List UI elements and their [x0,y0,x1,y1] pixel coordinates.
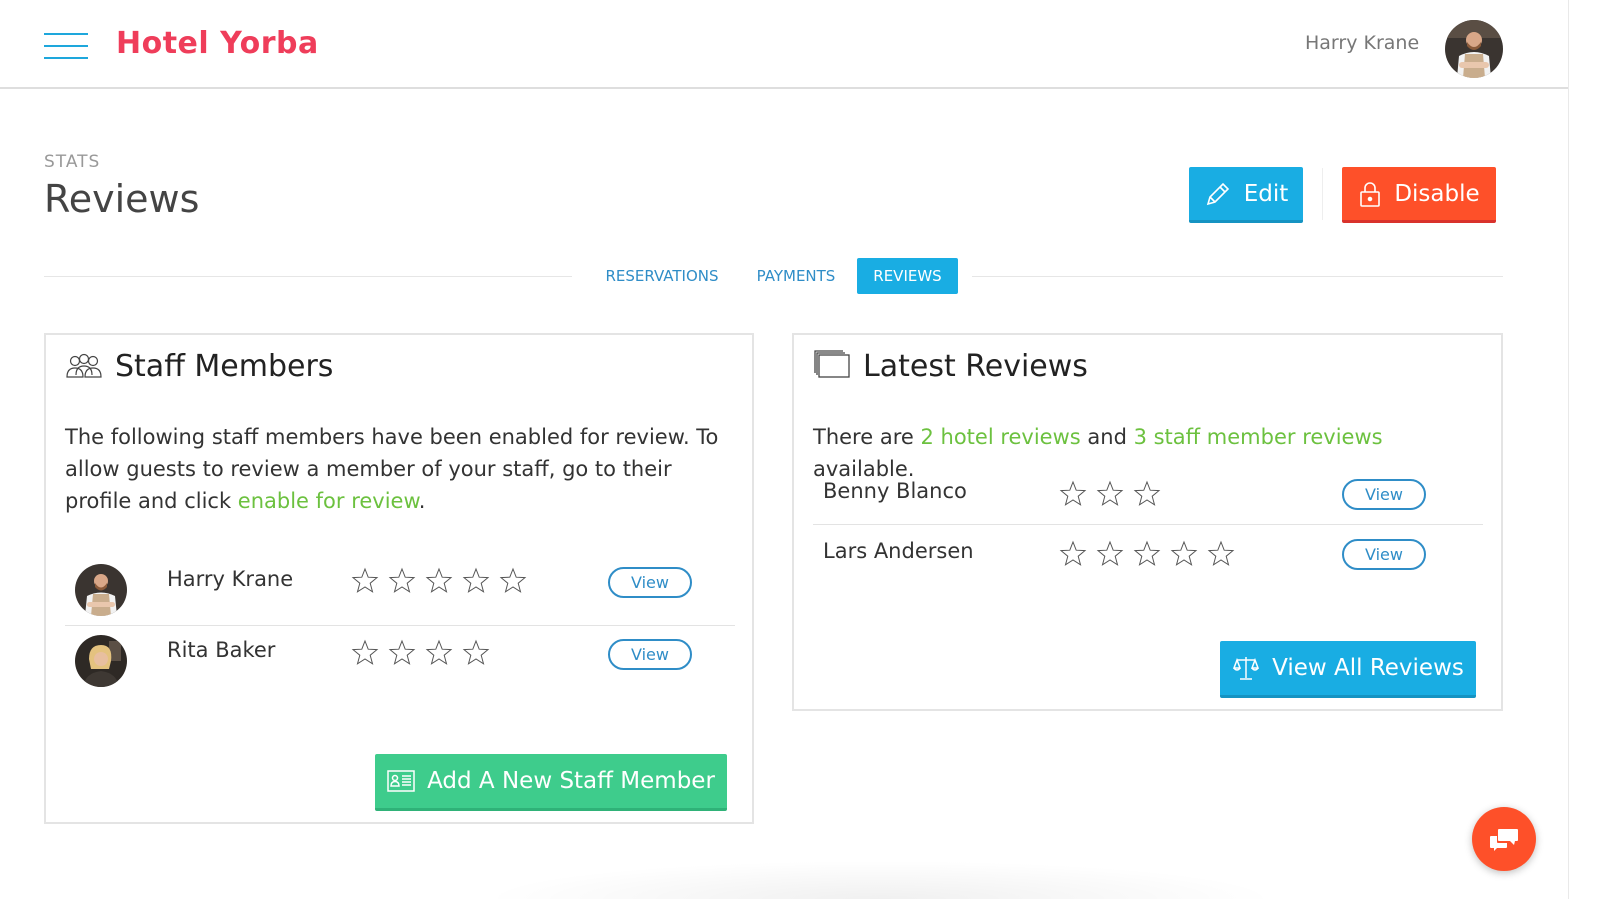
star-icon [1133,540,1161,566]
reviewer-name: Benny Blanco [823,479,967,503]
staff-avatar [75,635,127,687]
bottom-shadow [480,860,1280,899]
reviews-summary: There are 2 hotel reviews and 3 staff me… [813,425,1383,481]
staff-members-card: Staff Members The following staff member… [44,333,754,824]
view-all-reviews-button[interactable]: View All Reviews [1220,641,1476,698]
reviewer-name: Lars Andersen [823,539,974,563]
star-icon [1059,480,1087,506]
staff-description: The following staff members have been en… [65,425,719,513]
disable-button[interactable]: Disable [1342,167,1496,223]
hotel-reviews-link[interactable]: 2 hotel reviews [920,425,1080,449]
brand-logo[interactable]: Hotel Yorba [116,26,319,61]
star-icon [425,567,453,593]
tab-payments[interactable]: PAYMENTS [746,258,846,294]
tab-reservations[interactable]: RESERVATIONS [597,258,727,294]
star-icon [462,639,490,665]
star-icon [388,639,416,665]
star-icon [499,567,527,593]
button-divider [1322,168,1323,220]
star-rating [351,567,527,595]
chat-button[interactable] [1472,807,1536,871]
star-icon [351,639,379,665]
tab-divider-left [44,276,572,277]
view-review-button[interactable]: View [1342,539,1426,570]
row-divider [813,524,1483,525]
staff-avatar [75,564,127,616]
staff-name: Rita Baker [167,638,276,662]
star-icon [1096,540,1124,566]
star-icon [425,639,453,665]
star-rating [1059,480,1161,508]
id-card-icon [387,770,415,792]
user-avatar[interactable] [1445,20,1503,78]
star-rating [351,639,490,667]
star-icon [1133,480,1161,506]
tab-reviews[interactable]: REVIEWS [857,258,958,294]
row-divider [65,625,735,626]
scrollbar-track[interactable] [1568,0,1600,899]
add-staff-member-button[interactable]: Add A New Staff Member [375,754,727,811]
users-icon [66,353,102,378]
star-icon [462,567,490,593]
scales-icon [1233,657,1260,680]
page-title: Reviews [44,177,200,221]
star-icon [1059,540,1087,566]
pencil-icon [1206,182,1229,205]
edit-button[interactable]: Edit [1189,167,1303,223]
hamburger-icon[interactable] [44,31,88,61]
star-icon [351,567,379,593]
star-icon [1207,540,1235,566]
lock-icon [1360,181,1381,207]
staff-card-title: Staff Members [115,349,334,384]
chat-bubbles-icon [1490,829,1518,851]
view-staff-button[interactable]: View [608,567,692,598]
reviews-card-title: Latest Reviews [863,349,1088,384]
windows-icon [814,350,850,378]
star-icon [1096,480,1124,506]
enable-for-review-link[interactable]: enable for review [238,489,419,513]
add-staff-label: Add A New Staff Member [427,768,715,794]
view-staff-button[interactable]: View [608,639,692,670]
page-kicker: STATS [44,152,101,172]
top-bar: Hotel Yorba Harry Krane [0,0,1568,89]
user-name[interactable]: Harry Krane [1305,32,1419,54]
staff-name: Harry Krane [167,567,294,591]
staff-reviews-link[interactable]: 3 staff member reviews [1134,425,1383,449]
edit-label: Edit [1243,180,1289,207]
view-all-reviews-label: View All Reviews [1272,655,1464,681]
star-rating [1059,540,1235,568]
star-icon [388,567,416,593]
disable-label: Disable [1394,180,1480,207]
tab-divider-right [972,276,1503,277]
star-icon [1170,540,1198,566]
view-review-button[interactable]: View [1342,479,1426,510]
